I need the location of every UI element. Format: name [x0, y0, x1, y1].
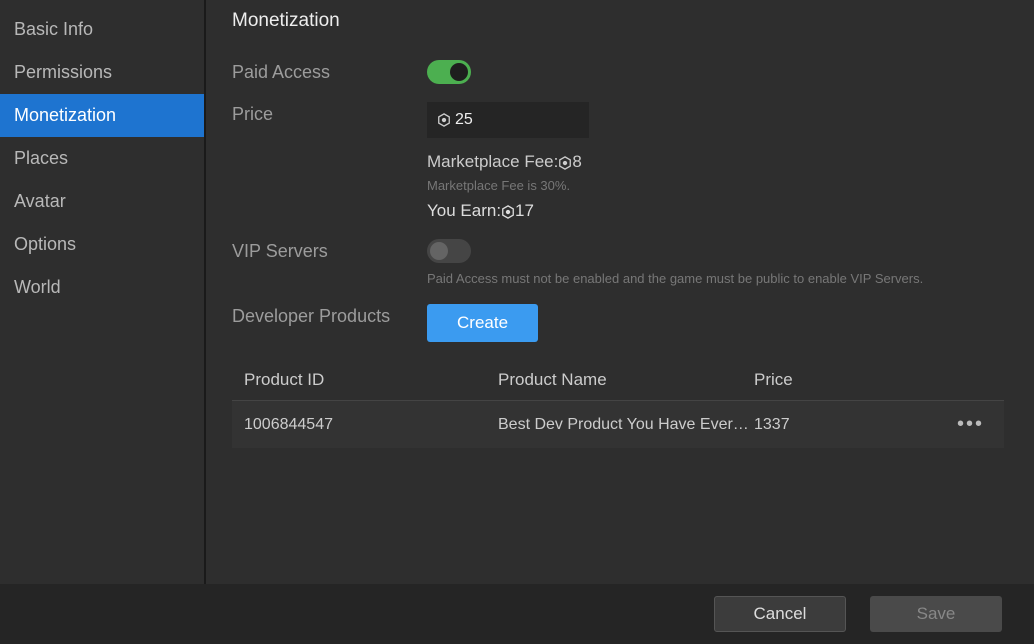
footer: Cancel Save — [0, 584, 1034, 644]
column-header-price: Price — [754, 370, 954, 390]
paid-access-label: Paid Access — [232, 60, 427, 83]
products-table: Product ID Product Name Price 1006844547… — [232, 360, 1004, 448]
vip-servers-note: Paid Access must not be enabled and the … — [427, 271, 1034, 286]
marketplace-fee-value: 8 — [572, 152, 581, 171]
marketplace-fee-note: Marketplace Fee is 30%. — [427, 178, 1034, 193]
you-earn-label: You Earn: — [427, 201, 501, 220]
vip-servers-label: VIP Servers — [232, 239, 427, 262]
sidebar-item-world[interactable]: World — [0, 266, 204, 309]
you-earn: You Earn: 17 — [427, 201, 1034, 221]
sidebar-item-avatar[interactable]: Avatar — [0, 180, 204, 223]
price-label: Price — [232, 102, 427, 125]
price-input[interactable]: 25 — [427, 102, 589, 138]
sidebar-item-monetization[interactable]: Monetization — [0, 94, 204, 137]
marketplace-fee: Marketplace Fee: 8 — [427, 152, 1034, 172]
page-title: Monetization — [232, 10, 1034, 32]
sidebar-item-label: Monetization — [14, 105, 116, 125]
paid-access-toggle[interactable] — [427, 60, 471, 84]
cell-product-id: 1006844547 — [244, 416, 498, 434]
sidebar-item-label: Basic Info — [14, 19, 93, 39]
sidebar-item-permissions[interactable]: Permissions — [0, 51, 204, 94]
sidebar-item-label: World — [14, 277, 61, 297]
sidebar-item-label: Avatar — [14, 191, 66, 211]
robux-icon — [501, 205, 515, 219]
sidebar: Basic Info Permissions Monetization Plac… — [0, 0, 206, 584]
cell-product-name: Best Dev Product You Have Ever… — [498, 416, 754, 434]
main-panel: Monetization Paid Access Price 25 Market… — [206, 0, 1034, 584]
more-icon[interactable]: ••• — [957, 413, 984, 435]
robux-icon — [437, 113, 451, 127]
column-header-product-id: Product ID — [244, 370, 498, 390]
table-row[interactable]: 1006844547 Best Dev Product You Have Eve… — [232, 401, 1004, 448]
cell-price: 1337 — [754, 416, 954, 434]
cancel-button[interactable]: Cancel — [714, 596, 846, 632]
you-earn-value: 17 — [515, 201, 534, 220]
column-header-product-name: Product Name — [498, 370, 754, 390]
vip-servers-toggle — [427, 239, 471, 263]
developer-products-label: Developer Products — [232, 304, 427, 327]
price-value: 25 — [455, 111, 473, 129]
sidebar-item-label: Options — [14, 234, 76, 254]
sidebar-item-places[interactable]: Places — [0, 137, 204, 180]
sidebar-item-basic-info[interactable]: Basic Info — [0, 8, 204, 51]
sidebar-item-options[interactable]: Options — [0, 223, 204, 266]
save-button: Save — [870, 596, 1002, 632]
sidebar-item-label: Permissions — [14, 62, 112, 82]
marketplace-fee-label: Marketplace Fee: — [427, 152, 558, 171]
robux-icon — [558, 156, 572, 170]
create-button[interactable]: Create — [427, 304, 538, 342]
sidebar-item-label: Places — [14, 148, 68, 168]
